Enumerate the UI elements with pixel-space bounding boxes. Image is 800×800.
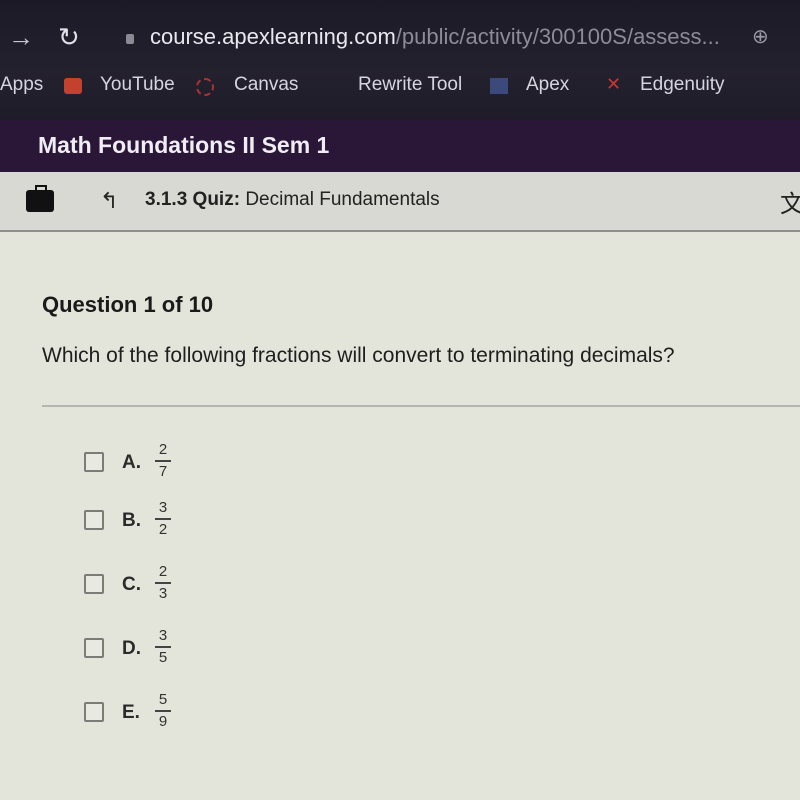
bookmark-apex[interactable]: Apex bbox=[526, 74, 569, 96]
numerator: 2 bbox=[158, 563, 168, 580]
option-letter: C. bbox=[122, 574, 141, 595]
fraction: 35 bbox=[154, 628, 172, 666]
denominator: 2 bbox=[158, 521, 168, 538]
bookmarks-bar: Apps YouTube Canvas Rewrite Tool Apex ✕ … bbox=[0, 70, 800, 104]
denominator: 7 bbox=[158, 463, 168, 480]
fraction: 59 bbox=[154, 692, 172, 730]
answer-option-a[interactable]: A. 27 bbox=[84, 442, 284, 484]
briefcase-icon[interactable] bbox=[26, 185, 54, 212]
breadcrumb-type: Quiz: bbox=[192, 189, 241, 210]
checkbox[interactable] bbox=[84, 574, 104, 594]
question-counter: Question 1 of 10 bbox=[42, 292, 214, 317]
url-host: course.apexlearning.com bbox=[150, 24, 396, 49]
fraction: 27 bbox=[154, 442, 172, 480]
checkbox[interactable] bbox=[84, 510, 104, 530]
option-letter: A. bbox=[122, 452, 141, 473]
bookmark-canvas[interactable]: Canvas bbox=[234, 74, 298, 96]
bookmark-apps[interactable]: Apps bbox=[0, 74, 43, 96]
forward-arrow-icon[interactable]: → bbox=[8, 22, 34, 53]
lock-icon[interactable] bbox=[126, 34, 134, 44]
address-bar[interactable]: course.apexlearning.com/public/activity/… bbox=[150, 24, 720, 50]
url-path: /public/activity/300100S/assess... bbox=[395, 24, 720, 49]
bookmark-youtube[interactable]: YouTube bbox=[100, 74, 175, 96]
breadcrumb-number: 3.1.3 bbox=[145, 189, 188, 210]
answer-option-e[interactable]: E. 59 bbox=[84, 692, 284, 734]
question-prompt: Which of the following fractions will co… bbox=[42, 344, 675, 367]
bookmark-edgenuity[interactable]: Edgenuity bbox=[640, 74, 725, 96]
reload-icon[interactable]: ↻ bbox=[58, 22, 80, 53]
translate-icon[interactable]: 文 bbox=[780, 184, 800, 219]
breadcrumb[interactable]: 3.1.3 Quiz: Decimal Fundamentals bbox=[145, 189, 440, 211]
denominator: 5 bbox=[158, 649, 168, 666]
option-letter: B. bbox=[122, 510, 141, 531]
numerator: 3 bbox=[158, 627, 168, 644]
answer-option-b[interactable]: B. 32 bbox=[84, 500, 284, 542]
checkbox[interactable] bbox=[84, 452, 104, 472]
breadcrumb-name: Decimal Fundamentals bbox=[245, 189, 440, 210]
apex-icon bbox=[490, 78, 508, 94]
bookmark-rewrite-tool[interactable]: Rewrite Tool bbox=[358, 74, 462, 96]
youtube-icon bbox=[64, 78, 82, 94]
answer-option-c[interactable]: C. 23 bbox=[84, 564, 284, 606]
option-letter: E. bbox=[122, 702, 140, 723]
fraction: 23 bbox=[154, 564, 172, 602]
browser-chrome: → ↻ course.apexlearning.com/public/activ… bbox=[0, 0, 800, 120]
numerator: 3 bbox=[158, 499, 168, 516]
checkbox[interactable] bbox=[84, 638, 104, 658]
fraction: 32 bbox=[154, 500, 172, 538]
edgenuity-icon: ✕ bbox=[606, 74, 622, 94]
checkbox[interactable] bbox=[84, 702, 104, 722]
divider bbox=[42, 405, 800, 407]
up-arrow-icon[interactable]: ↰ bbox=[100, 188, 118, 214]
course-title: Math Foundations II Sem 1 bbox=[38, 132, 330, 158]
denominator: 3 bbox=[158, 585, 168, 602]
zoom-icon[interactable]: ⊕ bbox=[752, 24, 769, 49]
answer-option-d[interactable]: D. 35 bbox=[84, 628, 284, 670]
numerator: 5 bbox=[158, 691, 168, 708]
numerator: 2 bbox=[158, 441, 168, 458]
option-letter: D. bbox=[122, 638, 141, 659]
canvas-icon bbox=[196, 78, 214, 96]
denominator: 9 bbox=[158, 713, 168, 730]
